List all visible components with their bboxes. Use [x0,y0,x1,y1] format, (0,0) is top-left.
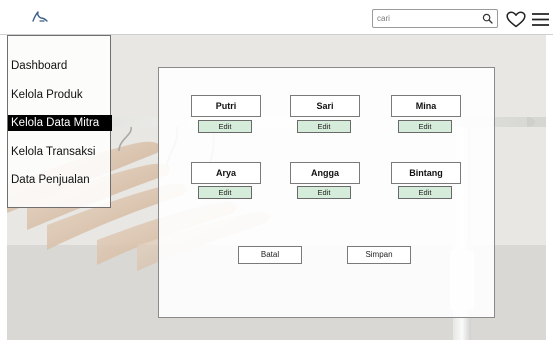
edit-button-mina[interactable]: Edit [398,120,452,133]
edit-button-arya[interactable]: Edit [198,186,252,199]
heart-icon[interactable] [506,11,526,28]
sidebar-item-dashboard[interactable]: Dashboard [8,58,112,74]
edit-button-angga[interactable]: Edit [297,186,351,199]
sidebar-item-data-penjualan[interactable]: Data Penjualan [8,172,112,188]
mitra-name-putri: Putri [191,95,261,117]
edit-button-sari[interactable]: Edit [297,120,351,133]
search-icon[interactable] [482,13,493,24]
menu-icon[interactable] [531,12,550,27]
app-screen: Dashboard Kelola Produk Kelola Data Mitr… [0,0,553,341]
sidebar-item-kelola-transaksi[interactable]: Kelola Transaksi [8,144,112,160]
mitra-name-sari: Sari [290,95,360,117]
search-input[interactable] [377,11,477,26]
edit-button-bintang[interactable]: Edit [398,186,452,199]
edit-button-putri[interactable]: Edit [198,120,252,133]
cancel-button[interactable]: Batal [238,246,302,264]
mitra-panel: Putri Edit Sari Edit Mina Edit Arya Edit… [158,67,495,318]
logo-icon[interactable] [31,10,49,24]
mitra-name-bintang: Bintang [391,162,461,184]
top-bar [0,0,553,35]
mitra-name-angga: Angga [290,162,360,184]
sidebar-item-kelola-data-mitra[interactable]: Kelola Data Mitra [8,115,112,131]
sidebar-item-kelola-produk[interactable]: Kelola Produk [8,87,112,103]
mitra-name-arya: Arya [191,162,261,184]
mitra-name-mina: Mina [391,95,461,117]
sidebar-menu: Dashboard Kelola Produk Kelola Data Mitr… [7,35,112,208]
save-button[interactable]: Simpan [347,246,411,264]
search-box[interactable] [372,9,498,28]
